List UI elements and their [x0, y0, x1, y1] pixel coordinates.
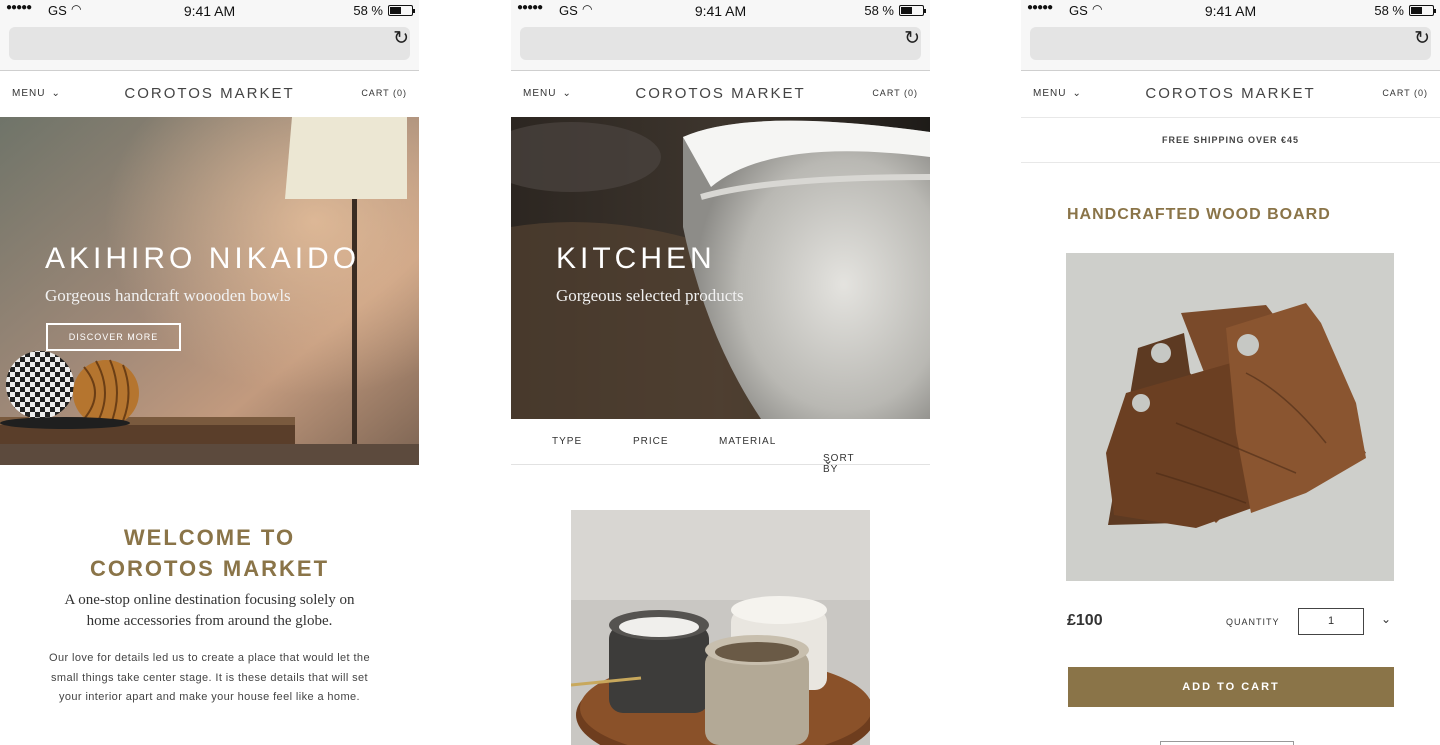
hero-subtitle: Gorgeous handcraft woooden bowls	[45, 286, 291, 305]
filter-type[interactable]: TYPE	[552, 436, 582, 447]
home-screen: ●●●●● GS ◠ 9:41 AM 58 % ↻ MENU ⌄ COROTOS …	[0, 0, 419, 745]
filter-material[interactable]: MATERIAL	[719, 436, 776, 447]
welcome-section: WELCOME TO COROTOS MARKET A one-stop onl…	[0, 522, 419, 708]
salt-cellars-image	[571, 510, 870, 745]
site-header: MENU ⌄ COROTOS MARKET CART (0)	[1021, 72, 1440, 116]
cart-link[interactable]: CART (0)	[1382, 88, 1428, 98]
add-to-cart-button[interactable]: ADD TO CART	[1068, 667, 1394, 707]
product-card-image[interactable]	[571, 510, 870, 745]
site-logo[interactable]: COROTOS MARKET	[1021, 85, 1440, 102]
cart-link[interactable]: CART (0)	[361, 88, 407, 98]
hero-title: AKIHIRO NIKAIDO	[45, 242, 361, 275]
quantity-label: QUANTITY	[1226, 617, 1280, 627]
category-screen: ●●●●● GS ◠ 9:41 AM 58 % ↻ MENU ⌄ COROTOS …	[511, 0, 930, 745]
address-bar[interactable]	[1030, 27, 1431, 60]
discover-more-button[interactable]: DISCOVER MORE	[46, 323, 181, 351]
welcome-heading-line1: WELCOME TO	[123, 525, 296, 550]
reload-icon[interactable]: ↻	[904, 27, 920, 50]
address-bar[interactable]	[9, 27, 410, 60]
site-logo[interactable]: COROTOS MARKET	[511, 85, 930, 102]
chevron-down-icon[interactable]: ⌄	[1381, 612, 1391, 626]
site-header: MENU ⌄ COROTOS MARKET CART (0)	[0, 72, 419, 116]
battery-icon	[388, 5, 415, 16]
hero-subtitle: Gorgeous selected products	[556, 286, 744, 305]
reload-icon[interactable]: ↻	[1414, 27, 1430, 50]
product-image	[1066, 253, 1394, 581]
shipping-banner: FREE SHIPPING OVER €45	[1021, 117, 1440, 163]
status-bar: ●●●●● GS ◠ 9:41 AM 58 %	[511, 0, 930, 22]
product-title: HANDCRAFTED WOOD BOARD	[1067, 206, 1331, 223]
battery-percent: 58 %	[353, 3, 383, 18]
status-bar: ●●●●● GS ◠ 9:41 AM 58 %	[0, 0, 419, 22]
site-header: MENU ⌄ COROTOS MARKET CART (0)	[511, 72, 930, 116]
battery-icon	[1409, 5, 1436, 16]
category-hero: KITCHEN Gorgeous selected products	[511, 117, 930, 419]
wood-board-image	[1066, 253, 1394, 581]
welcome-heading-line2: COROTOS MARKET	[89, 556, 330, 581]
welcome-tagline: A one-stop online destination focusing s…	[64, 592, 355, 629]
filter-bar: TYPE PRICE MATERIAL SORT BY ⌄	[511, 419, 930, 475]
site-logo[interactable]: COROTOS MARKET	[0, 85, 419, 102]
quantity-input[interactable]: 1	[1298, 608, 1364, 635]
cart-link[interactable]: CART (0)	[872, 88, 918, 98]
battery-percent: 58 %	[1374, 3, 1404, 18]
hero-banner: AKIHIRO NIKAIDO Gorgeous handcraft woood…	[0, 117, 419, 465]
reload-icon[interactable]: ↻	[393, 27, 409, 50]
browser-toolbar: ↻	[0, 22, 419, 71]
browser-toolbar: ↻	[511, 22, 930, 71]
filter-price[interactable]: PRICE	[633, 436, 669, 447]
battery-icon	[899, 5, 926, 16]
browser-toolbar: ↻	[1021, 22, 1440, 71]
hero-title: KITCHEN	[556, 242, 716, 275]
product-screen: ●●●●● GS ◠ 9:41 AM 58 % ↻ MENU ⌄ COROTOS …	[1021, 0, 1440, 745]
battery-percent: 58 %	[864, 3, 894, 18]
status-bar: ●●●●● GS ◠ 9:41 AM 58 %	[1021, 0, 1440, 22]
welcome-body: Our love for details led us to create a …	[49, 652, 370, 703]
secondary-button[interactable]	[1160, 741, 1294, 745]
product-price: £100	[1067, 612, 1103, 629]
address-bar[interactable]	[520, 27, 921, 60]
chevron-down-icon: ⌄	[823, 453, 835, 467]
